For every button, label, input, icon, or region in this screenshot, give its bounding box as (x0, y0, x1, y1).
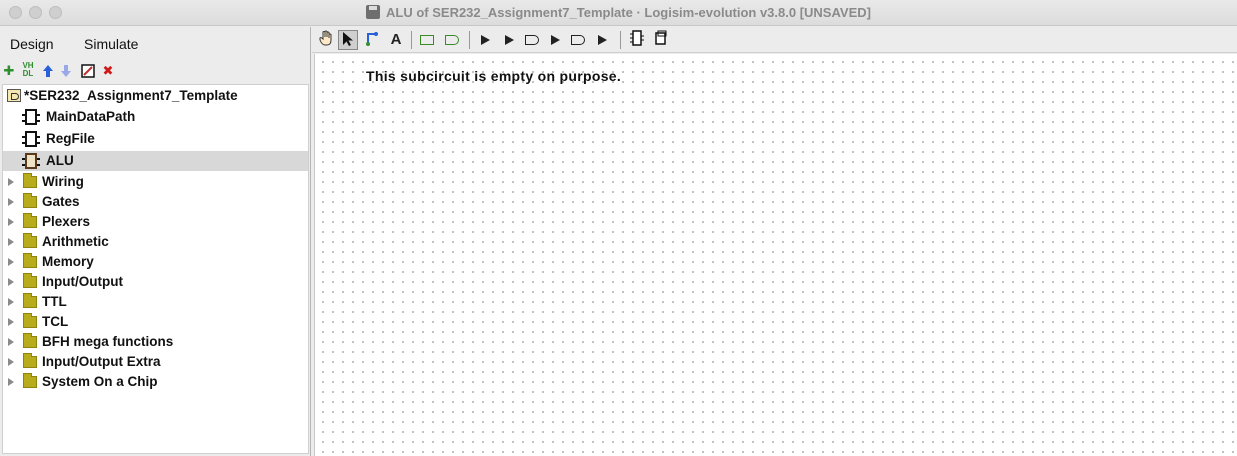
add-circuit-icon[interactable]: ✚ (2, 64, 16, 78)
save-disk-icon (366, 5, 381, 19)
nand-gate-icon[interactable] (568, 30, 588, 50)
not-gate-icon[interactable] (475, 30, 495, 50)
expand-arrow-icon[interactable] (8, 298, 14, 306)
tree-library-arithmetic[interactable]: Arithmetic (3, 232, 308, 252)
folder-icon (23, 273, 37, 288)
menu-design[interactable]: Design (10, 36, 54, 52)
tree-library-label: Memory (42, 254, 94, 269)
tree-library-label: Arithmetic (42, 234, 109, 249)
subcircuit-icon[interactable] (627, 30, 647, 50)
tree-library-gates[interactable]: Gates (3, 192, 308, 212)
tree-library-input-output[interactable]: Input/Output (3, 272, 308, 292)
tree-circuit-regfile[interactable]: RegFile (3, 129, 308, 149)
folder-icon (23, 313, 37, 328)
circuit-chip-icon (22, 131, 40, 147)
title-bar: ALU of SER232_Assignment7_Template · Log… (0, 0, 1237, 26)
move-up-icon[interactable] (41, 64, 55, 78)
tree-library-label: BFH mega functions (42, 334, 174, 349)
or-gate-icon[interactable] (545, 30, 565, 50)
tree-library-plexers[interactable]: Plexers (3, 212, 308, 232)
menu-simulate[interactable]: Simulate (84, 36, 138, 52)
empty-subcircuit-message: This subcircuit is empty on purpose. (366, 68, 622, 84)
tree-library-bfh-mega-functions[interactable]: BFH mega functions (3, 332, 308, 352)
expand-arrow-icon[interactable] (8, 218, 14, 226)
side-menubar: Design Simulate (0, 27, 311, 60)
circuit-canvas[interactable]: This subcircuit is empty on purpose. (314, 54, 1237, 456)
buffer-gate-icon[interactable] (499, 30, 519, 50)
project-tree: *SER232_Assignment7_Template MainDataPat… (2, 84, 309, 454)
text-tool-icon[interactable]: A (386, 30, 406, 50)
folder-icon (23, 353, 37, 368)
tree-library-label: TTL (42, 294, 67, 309)
tree-library-wiring[interactable]: Wiring (3, 172, 308, 192)
expand-arrow-icon[interactable] (8, 198, 14, 206)
tree-library-label: Input/Output (42, 274, 123, 289)
tree-library-input-output-extra[interactable]: Input/Output Extra (3, 352, 308, 372)
tree-circuit-alu[interactable]: ALU (3, 151, 308, 171)
tree-library-label: Wiring (42, 174, 84, 189)
window-title-text: ALU of SER232_Assignment7_Template · Log… (386, 5, 871, 20)
input-pin-icon[interactable] (417, 30, 437, 50)
delete-circuit-icon[interactable]: ✖ (101, 64, 115, 78)
project-icon (7, 89, 21, 102)
tree-library-label: Plexers (42, 214, 91, 229)
main-toolbar: A (312, 27, 1237, 53)
folder-icon (23, 193, 37, 208)
folder-icon (23, 333, 37, 348)
toolbar-separator (411, 31, 412, 49)
move-down-icon[interactable] (59, 64, 73, 78)
expand-arrow-icon[interactable] (8, 238, 14, 246)
wiring-tool-icon[interactable] (362, 30, 382, 50)
tree-library-tcl[interactable]: TCL (3, 312, 308, 332)
tree-circuit-label: MainDataPath (46, 109, 136, 124)
explorer-pane: Design Simulate ✚ VH DL ✖ *SER232_Assign… (0, 27, 311, 456)
expand-arrow-icon[interactable] (8, 318, 14, 326)
xor-gate-icon[interactable] (592, 30, 612, 50)
circuit-chip-icon (22, 153, 40, 169)
folder-icon (23, 293, 37, 308)
folder-icon (23, 173, 37, 188)
expand-arrow-icon[interactable] (8, 378, 14, 386)
tree-library-label: Input/Output Extra (42, 354, 161, 369)
and-gate-icon[interactable] (522, 30, 542, 50)
toolbar-separator (620, 31, 621, 49)
folder-icon (23, 253, 37, 268)
explorer-toolbar: ✚ VH DL ✖ (0, 60, 311, 84)
output-pin-icon[interactable] (442, 30, 462, 50)
tree-library-system-on-a-chip[interactable]: System On a Chip (3, 372, 308, 392)
tree-library-label: System On a Chip (42, 374, 158, 389)
tree-library-memory[interactable]: Memory (3, 252, 308, 272)
tree-project-label: *SER232_Assignment7_Template (24, 88, 238, 103)
circuit-chip-icon (22, 109, 40, 125)
tree-circuit-label: RegFile (46, 131, 95, 146)
tree-library-ttl[interactable]: TTL (3, 292, 308, 312)
folder-icon (23, 233, 37, 248)
folder-icon (23, 213, 37, 228)
tree-library-label: Gates (42, 194, 80, 209)
tree-circuit-maindatapath[interactable]: MainDataPath (3, 107, 308, 127)
edit-appearance-icon[interactable] (81, 64, 95, 78)
add-vhdl-icon[interactable]: VH DL (20, 62, 36, 78)
folder-icon (23, 373, 37, 388)
select-arrow-icon[interactable] (338, 30, 358, 50)
expand-arrow-icon[interactable] (8, 258, 14, 266)
tree-circuit-label: ALU (46, 153, 74, 168)
tree-library-label: TCL (42, 314, 69, 329)
poke-hand-icon[interactable] (316, 30, 336, 50)
expand-arrow-icon[interactable] (8, 278, 14, 286)
appearance-subcircuit-icon[interactable] (650, 30, 670, 50)
window-title: ALU of SER232_Assignment7_Template · Log… (0, 5, 1237, 20)
expand-arrow-icon[interactable] (8, 358, 14, 366)
expand-arrow-icon[interactable] (8, 178, 14, 186)
tree-project-root[interactable]: *SER232_Assignment7_Template (3, 86, 308, 106)
expand-arrow-icon[interactable] (8, 338, 14, 346)
toolbar-separator (469, 31, 470, 49)
